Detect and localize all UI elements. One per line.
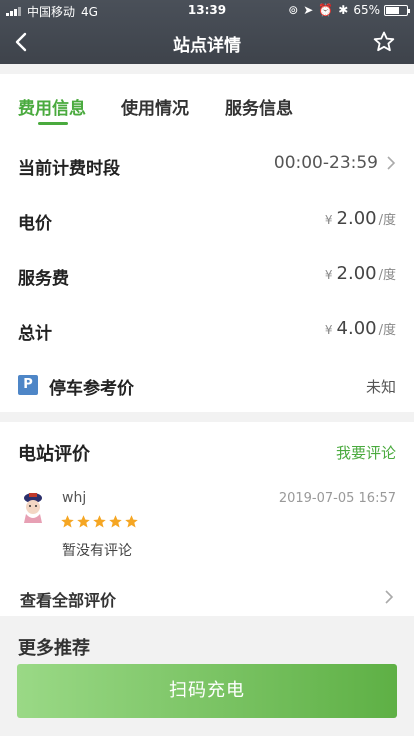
total-price-label: 总计 <box>18 324 52 344</box>
favorite-star-icon[interactable] <box>372 30 396 54</box>
rating-stars <box>60 514 140 529</box>
chevron-right-icon <box>385 590 394 604</box>
billing-period-label: 当前计费时段 <box>18 159 120 179</box>
service-fee-row: 服务费 ¥ 2.00 /度 <box>0 254 414 294</box>
view-all-reviews-row[interactable]: 查看全部评价 <box>0 580 414 616</box>
price-unit: /度 <box>378 323 396 338</box>
review-item: whj 2019-07-05 16:57 暂没有评论 <box>0 484 414 564</box>
tab-active-indicator <box>38 122 68 125</box>
review-text: 暂没有评论 <box>62 543 132 559</box>
star-icon <box>93 515 106 528</box>
service-fee-label: 服务费 <box>18 269 69 289</box>
currency-symbol: ¥ <box>324 213 333 227</box>
billing-period-row[interactable]: 当前计费时段 00:00-23:59 <box>0 144 414 184</box>
total-price-row: 总计 ¥ 4.00 /度 <box>0 309 414 349</box>
tab-service-info[interactable]: 服务信息 <box>225 94 293 119</box>
star-icon <box>77 515 90 528</box>
alarm-icon: ⏰ <box>318 3 334 17</box>
currency-symbol: ¥ <box>324 323 333 337</box>
price-unit: /度 <box>378 213 396 228</box>
parking-price-row: P 停车参考价 未知 <box>0 364 414 404</box>
electricity-price-label: 电价 <box>18 214 52 234</box>
tab-bar: 费用信息 使用情况 服务信息 <box>0 74 414 134</box>
total-price-value: 4.00 <box>336 318 377 339</box>
parking-icon: P <box>18 375 38 395</box>
reviews-card: 电站评价 我要评论 whj 2019-07-05 16:57 暂没有评论 查看全… <box>0 422 414 616</box>
battery-percent: 65% <box>353 3 380 17</box>
electricity-price-value: 2.00 <box>336 208 377 229</box>
billing-period-value: 00:00-23:59 <box>273 153 378 173</box>
tab-usage[interactable]: 使用情况 <box>121 94 189 119</box>
location-icon: ➤ <box>303 3 314 17</box>
battery-icon <box>384 4 410 16</box>
price-unit: /度 <box>378 268 396 283</box>
reviews-title: 电站评价 <box>18 444 90 465</box>
station-detail-page: 中国移动 4G 13:39 ⊚ ➤ ⏰ ✱ 65% 站点详情 费用信息 使用情况… <box>0 0 414 736</box>
review-date: 2019-07-05 16:57 <box>278 491 396 506</box>
avatar <box>24 493 42 523</box>
reviewer-name: whj <box>62 490 87 506</box>
write-review-link[interactable]: 我要评论 <box>336 442 396 463</box>
scan-to-charge-button[interactable]: 扫码充电 <box>17 664 397 718</box>
nav-bar: 站点详情 <box>0 20 414 64</box>
view-all-reviews-label: 查看全部评价 <box>20 591 117 610</box>
service-fee-value: 2.00 <box>336 263 377 284</box>
status-bar: 中国移动 4G 13:39 ⊚ ➤ ⏰ ✱ 65% <box>0 0 414 20</box>
fee-card: 费用信息 使用情况 服务信息 当前计费时段 00:00-23:59 电价 ¥ 2… <box>0 74 414 412</box>
page-title: 站点详情 <box>173 36 241 56</box>
currency-symbol: ¥ <box>324 268 333 282</box>
tab-fee-info[interactable]: 费用信息 <box>18 94 86 119</box>
star-icon <box>125 515 138 528</box>
rotation-lock-icon: ⊚ <box>288 3 299 17</box>
parking-price-value: 未知 <box>365 378 396 396</box>
electricity-price-row: 电价 ¥ 2.00 /度 <box>0 199 414 239</box>
star-icon <box>61 515 74 528</box>
more-recommendations-title: 更多推荐 <box>18 638 90 659</box>
chevron-right-icon <box>387 156 396 170</box>
star-icon <box>109 515 122 528</box>
header: 中国移动 4G 13:39 ⊚ ➤ ⏰ ✱ 65% 站点详情 <box>0 0 414 64</box>
parking-price-label: 停车参考价 <box>49 379 134 399</box>
bluetooth-icon: ✱ <box>338 3 349 17</box>
